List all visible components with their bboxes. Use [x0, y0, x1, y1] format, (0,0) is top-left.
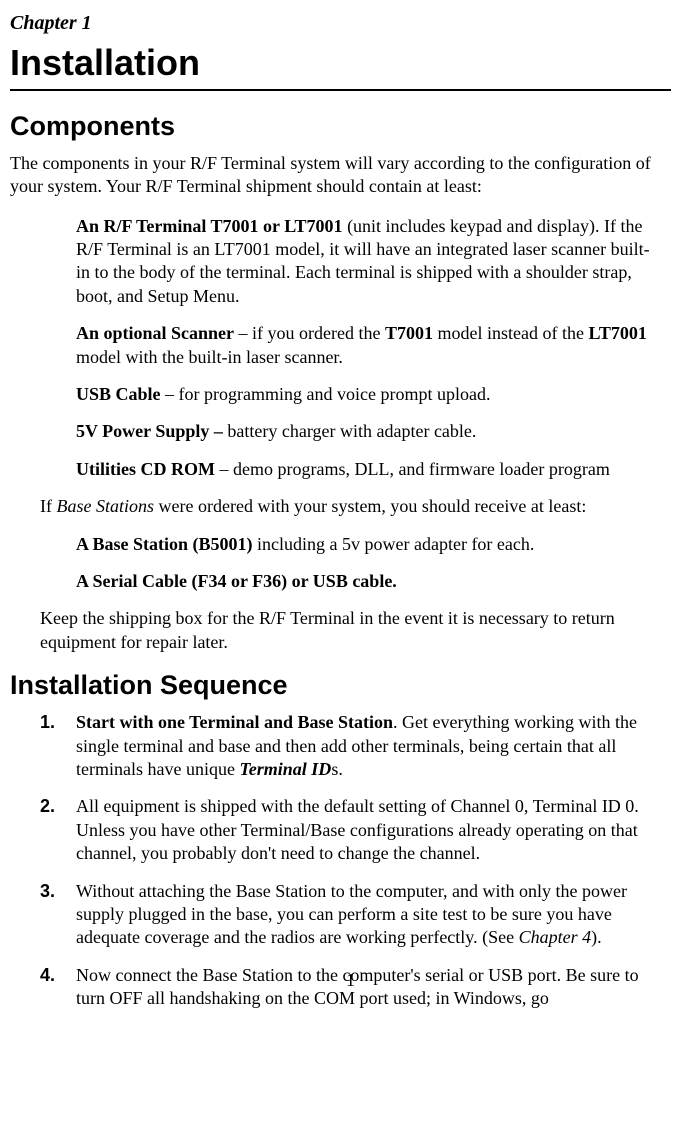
- component-lead: A Serial Cable (F34 or F36) or USB cable…: [76, 571, 397, 591]
- bs-ital: Base Stations: [57, 496, 155, 516]
- component-item-serial-cable: A Serial Cable (F34 or F36) or USB cable…: [76, 570, 663, 593]
- component-rest: including a 5v power adapter for each.: [253, 534, 535, 554]
- component-lead: 5V Power Supply –: [76, 421, 227, 441]
- keep-box-para: Keep the shipping box for the R/F Termin…: [40, 607, 663, 654]
- step-1: 1. Start with one Terminal and Base Stat…: [40, 711, 663, 781]
- step-ital: Chapter 4: [519, 927, 592, 947]
- component-rest: – for programming and voice prompt uploa…: [161, 384, 491, 404]
- component-bold: LT7001: [588, 323, 646, 343]
- step-post: ).: [591, 927, 602, 947]
- chapter-title: Installation: [10, 40, 671, 91]
- base-stations-intro: If Base Stations were ordered with your …: [40, 495, 663, 518]
- step-text: All equipment is shipped with the defaul…: [76, 795, 663, 865]
- chapter-label: Chapter 1: [10, 10, 671, 36]
- component-rest: battery charger with adapter cable.: [227, 421, 476, 441]
- bs-pre: If: [40, 496, 57, 516]
- step-2: 2. All equipment is shipped with the def…: [40, 795, 663, 865]
- step-text: Without attaching the Base Station to th…: [76, 880, 663, 950]
- component-lead: USB Cable: [76, 384, 161, 404]
- section-components-heading: Components: [10, 109, 671, 144]
- component-rest: – demo programs, DLL, and firmware loade…: [215, 459, 610, 479]
- component-mid: – if you ordered the: [234, 323, 385, 343]
- step-rest: s.: [331, 759, 343, 779]
- step-3: 3. Without attaching the Base Station to…: [40, 880, 663, 950]
- component-item-optional-scanner: An optional Scanner – if you ordered the…: [76, 322, 663, 369]
- bs-post: were ordered with your system, you shoul…: [154, 496, 586, 516]
- component-mid: model instead of the: [433, 323, 588, 343]
- step-bolditalic: Terminal ID: [239, 759, 331, 779]
- step-number: 1.: [40, 711, 76, 781]
- page-number: 1: [10, 969, 681, 992]
- component-item-utilities-cd: Utilities CD ROM – demo programs, DLL, a…: [76, 458, 663, 481]
- component-item-base-station: A Base Station (B5001) including a 5v po…: [76, 533, 663, 556]
- component-lead: Utilities CD ROM: [76, 459, 215, 479]
- component-bold: T7001: [385, 323, 433, 343]
- step-number: 3.: [40, 880, 76, 950]
- section-installation-sequence-heading: Installation Sequence: [10, 668, 671, 703]
- step-lead: Start with one Terminal and Base Station: [76, 712, 393, 732]
- component-lead: A Base Station (B5001): [76, 534, 253, 554]
- components-intro: The components in your R/F Terminal syst…: [10, 152, 671, 199]
- component-lead: An R/F Terminal T7001 or LT7001: [76, 216, 343, 236]
- component-rest: model with the built-in laser scanner.: [76, 347, 343, 367]
- step-number: 2.: [40, 795, 76, 865]
- component-item-rf-terminal: An R/F Terminal T7001 or LT7001 (unit in…: [76, 215, 663, 309]
- component-item-usb-cable: USB Cable – for programming and voice pr…: [76, 383, 663, 406]
- step-text: Start with one Terminal and Base Station…: [76, 711, 663, 781]
- component-item-power-supply: 5V Power Supply – battery charger with a…: [76, 420, 663, 443]
- component-lead: An optional Scanner: [76, 323, 234, 343]
